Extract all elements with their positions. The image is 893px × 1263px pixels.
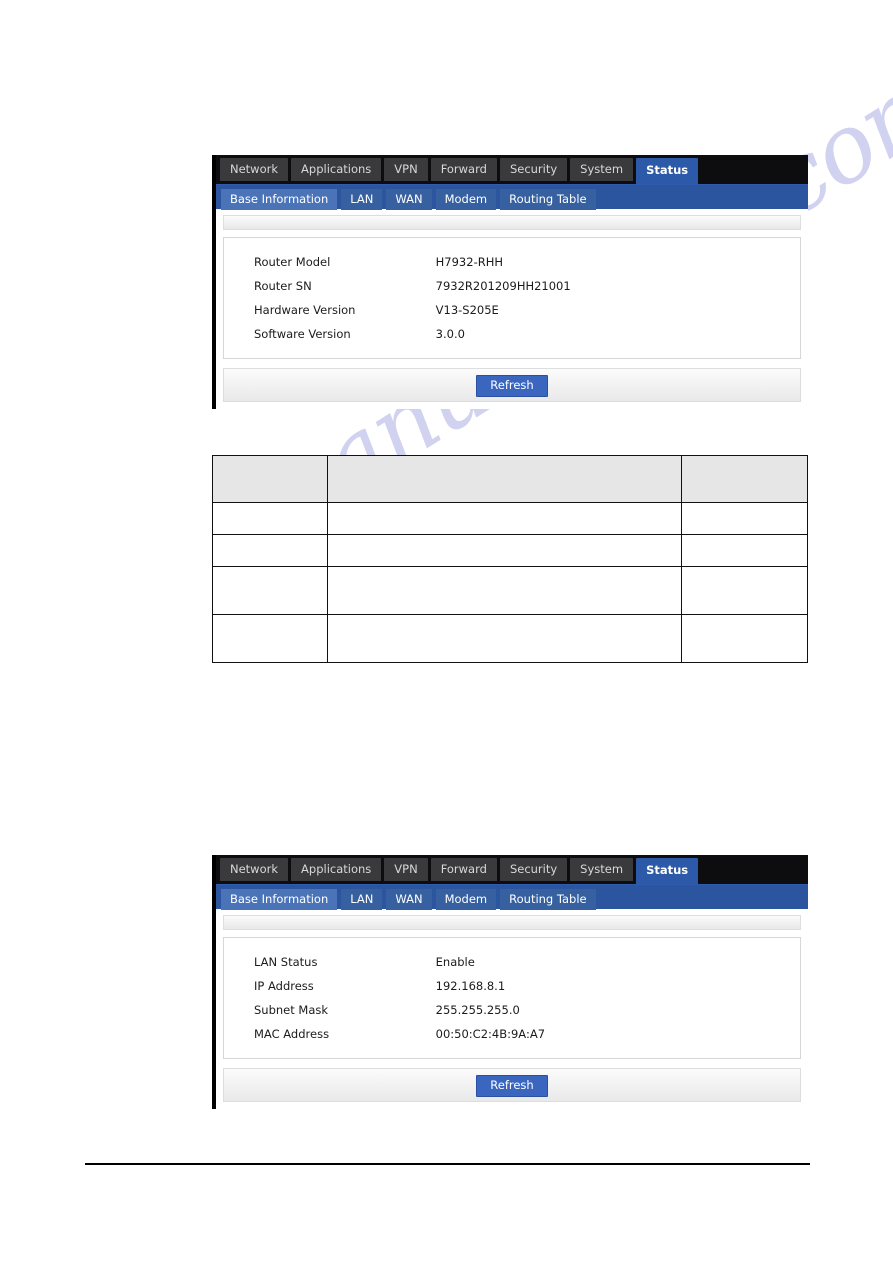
- sub-tab-routing-table[interactable]: Routing Table: [500, 189, 596, 210]
- table-cell: [681, 614, 808, 663]
- sub-tab-lan[interactable]: LAN: [341, 889, 383, 910]
- panel-content: Router Model H7932-RHH Router SN 7932R20…: [216, 209, 808, 409]
- table-cell: [212, 614, 328, 663]
- info-value-router-sn: 7932R201209HH21001: [435, 279, 571, 293]
- info-label-hardware-version: Hardware Version: [254, 303, 356, 317]
- table-cell: [681, 502, 808, 535]
- action-bar: Refresh: [223, 1068, 801, 1102]
- info-value-mac-address: 00:50:C2:4B:9A:A7: [435, 1027, 546, 1041]
- main-tab-status[interactable]: Status: [636, 858, 699, 884]
- main-tab-security[interactable]: Security: [499, 158, 568, 181]
- info-label-software-version: Software Version: [254, 327, 351, 341]
- sub-tab-routing-table[interactable]: Routing Table: [500, 889, 596, 910]
- info-label-mac-address: MAC Address: [254, 1027, 330, 1041]
- info-value-software-version: 3.0.0: [435, 327, 465, 341]
- table-cell: [212, 502, 328, 535]
- info-value-subnet-mask: 255.255.255.0: [435, 1003, 520, 1017]
- panel-frame: Network Applications VPN Forward Securit…: [212, 855, 808, 1109]
- main-tab-security[interactable]: Security: [499, 858, 568, 881]
- refresh-button[interactable]: Refresh: [476, 1075, 548, 1097]
- sub-tab-wan[interactable]: WAN: [386, 189, 432, 210]
- info-value-lan-status: Enable: [435, 955, 475, 969]
- main-tab-bar: Network Applications VPN Forward Securit…: [216, 155, 808, 184]
- info-row: MAC Address 00:50:C2:4B:9A:A7: [224, 1022, 800, 1046]
- table-row: [212, 502, 808, 535]
- sub-tab-bar: Base Information LAN WAN Modem Routing T…: [216, 184, 808, 210]
- info-row: Router Model H7932-RHH: [224, 250, 800, 274]
- base-information-list: Router Model H7932-RHH Router SN 7932R20…: [223, 237, 801, 359]
- main-tab-network[interactable]: Network: [220, 158, 289, 181]
- refresh-button[interactable]: Refresh: [476, 375, 548, 397]
- table-header-cell: [326, 455, 683, 503]
- sub-tab-modem[interactable]: Modem: [435, 889, 497, 910]
- table-cell: [326, 534, 683, 567]
- info-row: Router SN 7932R201209HH21001: [224, 274, 800, 298]
- main-tab-bar: Network Applications VPN Forward Securit…: [216, 855, 808, 884]
- info-label-subnet-mask: Subnet Mask: [254, 1003, 329, 1017]
- content-header-strip: [223, 215, 801, 230]
- main-tab-system[interactable]: System: [570, 858, 634, 881]
- main-tab-vpn[interactable]: VPN: [384, 158, 428, 181]
- main-tab-system[interactable]: System: [570, 158, 634, 181]
- main-tab-status[interactable]: Status: [636, 158, 699, 184]
- main-tab-forward[interactable]: Forward: [430, 858, 497, 881]
- table-cell: [212, 534, 328, 567]
- info-label-ip-address: IP Address: [254, 979, 314, 993]
- table-cell: [681, 566, 808, 615]
- lan-information-list: LAN Status Enable IP Address 192.168.8.1…: [223, 937, 801, 1059]
- main-tab-forward[interactable]: Forward: [430, 158, 497, 181]
- table-header-cell: [212, 455, 328, 503]
- sub-tab-base-information[interactable]: Base Information: [221, 889, 338, 910]
- sub-tab-base-information[interactable]: Base Information: [221, 189, 338, 210]
- info-label-router-model: Router Model: [254, 255, 331, 269]
- table-row: [212, 534, 808, 567]
- info-row: LAN Status Enable: [224, 950, 800, 974]
- table-row: [212, 614, 808, 663]
- router-ui-panel-base-information: Network Applications VPN Forward Securit…: [212, 155, 808, 409]
- sub-tab-modem[interactable]: Modem: [435, 189, 497, 210]
- info-row: Subnet Mask 255.255.255.0: [224, 998, 800, 1022]
- info-value-hardware-version: V13-S205E: [435, 303, 499, 317]
- sub-tab-wan[interactable]: WAN: [386, 889, 432, 910]
- info-value-router-model: H7932-RHH: [435, 255, 504, 269]
- table-cell: [681, 534, 808, 567]
- table-row: [212, 566, 808, 615]
- sub-tab-lan[interactable]: LAN: [341, 189, 383, 210]
- action-bar: Refresh: [223, 368, 801, 402]
- content-header-strip: [223, 915, 801, 930]
- table-cell: [212, 566, 328, 615]
- main-tab-applications[interactable]: Applications: [291, 158, 382, 181]
- main-tab-applications[interactable]: Applications: [291, 858, 382, 881]
- blank-specification-table: [212, 455, 808, 663]
- info-value-ip-address: 192.168.8.1: [435, 979, 506, 993]
- table-cell: [326, 502, 683, 535]
- footer-divider: [85, 1163, 810, 1165]
- info-label-lan-status: LAN Status: [254, 955, 318, 969]
- table-header-cell: [681, 455, 808, 503]
- main-tab-vpn[interactable]: VPN: [384, 858, 428, 881]
- table-header-row: [212, 455, 808, 503]
- table-cell: [326, 566, 683, 615]
- info-label-router-sn: Router SN: [254, 279, 312, 293]
- info-row: IP Address 192.168.8.1: [224, 974, 800, 998]
- sub-tab-bar: Base Information LAN WAN Modem Routing T…: [216, 884, 808, 910]
- panel-frame: Network Applications VPN Forward Securit…: [212, 155, 808, 409]
- panel-content: LAN Status Enable IP Address 192.168.8.1…: [216, 909, 808, 1109]
- info-row: Software Version 3.0.0: [224, 322, 800, 346]
- main-tab-network[interactable]: Network: [220, 858, 289, 881]
- info-row: Hardware Version V13-S205E: [224, 298, 800, 322]
- table-cell: [326, 614, 683, 663]
- router-ui-panel-lan: Network Applications VPN Forward Securit…: [212, 855, 808, 1109]
